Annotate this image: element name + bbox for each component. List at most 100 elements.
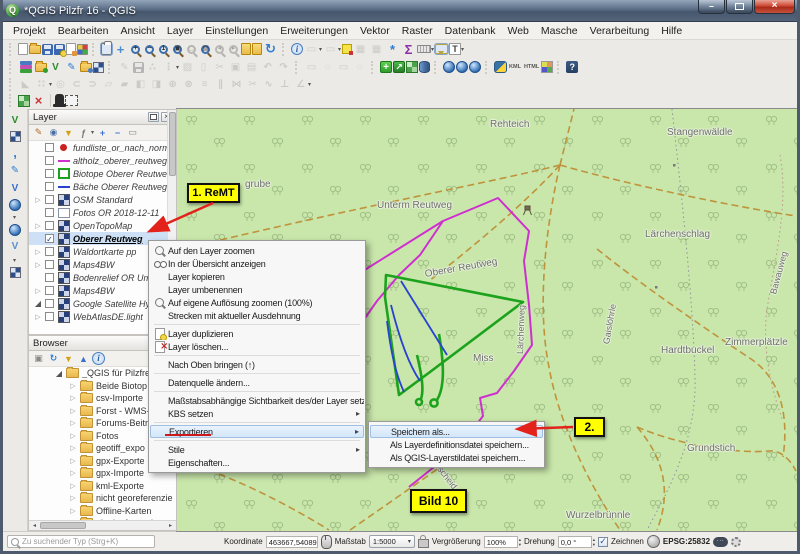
maptips-icon[interactable] [435, 44, 448, 54]
db-manager-icon[interactable] [419, 61, 430, 73]
open-project-icon[interactable] [29, 45, 41, 54]
context-menu-item[interactable]: Layer löschen... [150, 340, 364, 353]
add-raster-vt-icon[interactable] [10, 131, 21, 142]
expand-arrow-icon[interactable]: ▷ [34, 248, 42, 256]
text-annotation-icon[interactable]: T [449, 43, 461, 55]
layer-checkbox[interactable] [45, 156, 54, 165]
statistics-icon[interactable]: Σ [401, 42, 416, 57]
new-bookmark-icon[interactable] [241, 43, 251, 55]
browser-hscrollbar[interactable]: ◂ ▸ [29, 520, 176, 530]
expression-filter-icon-caret[interactable]: ▾ [91, 129, 94, 136]
add-delimited-text-icon[interactable]: V [48, 60, 63, 75]
menu-raster[interactable]: Raster [396, 24, 439, 38]
expand-arrow-icon[interactable]: ▷ [69, 419, 77, 427]
python-console-icon[interactable] [494, 61, 507, 73]
browser-item[interactable]: ▷nicht georeferenzie [29, 492, 176, 505]
metasearch-icon[interactable] [443, 61, 455, 73]
layer-item[interactable]: Bäche Oberer Reutweg [29, 180, 176, 193]
expand-arrow-icon[interactable]: ▷ [69, 494, 77, 502]
minimize-button[interactable]: – [698, 0, 725, 14]
add-postgis-vt-icon[interactable]: V [8, 181, 23, 196]
color-palette-icon[interactable] [541, 61, 553, 73]
context-menu-item[interactable]: Eigenschaften... [150, 456, 364, 469]
add-wfs-vt-icon[interactable]: V [8, 239, 23, 254]
add-vector-layer-icon[interactable] [35, 63, 47, 72]
stamp-plugin-icon[interactable] [55, 94, 64, 105]
layer-checkbox[interactable]: ✓ [45, 234, 54, 243]
layer-checkbox[interactable] [45, 195, 54, 204]
add-virtual-layer-icon[interactable] [93, 62, 104, 73]
add-wcs-vt-icon[interactable] [9, 224, 21, 236]
context-menu-item[interactable]: Layer umbenennen [150, 283, 364, 296]
pan-to-selection-icon[interactable]: + [113, 42, 128, 57]
scroll-left-icon[interactable]: ◂ [30, 522, 39, 529]
add-wms-vt-icon[interactable] [9, 199, 21, 211]
expand-arrow-icon[interactable]: ▷ [34, 222, 42, 230]
crs-status[interactable]: EPSG:25832 [663, 537, 710, 546]
layer-checkbox[interactable] [45, 273, 54, 282]
menu-projekt[interactable]: Projekt [7, 24, 52, 38]
refresh-browser-icon[interactable]: ↻ [47, 352, 60, 365]
georeferencer-icon[interactable] [18, 95, 30, 107]
zoom-in-icon[interactable]: + [131, 45, 140, 54]
filter-browser-icon[interactable]: ▼ [62, 352, 75, 365]
expand-arrow-icon[interactable]: ▷ [34, 261, 42, 269]
submenu-item[interactable]: Als Layerdefinitionsdatei speichern... [370, 438, 543, 451]
menu-layer[interactable]: Layer [161, 24, 199, 38]
layer-item[interactable]: ▷OSM Standard [29, 193, 176, 206]
layer-checkbox[interactable] [45, 286, 54, 295]
layer-item[interactable]: Biotope Oberer Reutweg [29, 167, 176, 180]
locator-search-input[interactable]: Zu suchender Typ (Strg+K) [7, 535, 155, 548]
expand-arrow-icon[interactable]: ▷ [69, 432, 77, 440]
layer-item[interactable]: altholz_oberer_reutweg [29, 154, 176, 167]
menu-bearbeiten[interactable]: Bearbeiten [52, 24, 115, 38]
collapse-browser-icon[interactable]: ▲ [77, 352, 90, 365]
expand-arrow-icon[interactable]: ▷ [69, 394, 77, 402]
context-menu-item[interactable]: Stile▸ [150, 443, 364, 456]
spinner-arrows-icon[interactable]: ▴▾ [519, 537, 521, 547]
expand-arrow-icon[interactable]: ▷ [69, 482, 77, 490]
new-project-icon[interactable] [18, 43, 28, 55]
remove-layer-icon[interactable]: ▭ [126, 126, 139, 139]
layer-checkbox[interactable] [45, 221, 54, 230]
context-menu-item[interactable]: In der Übersicht anzeigen [150, 257, 364, 270]
select-by-form-icon[interactable] [342, 44, 352, 54]
add-arcgis-vt-icon[interactable] [10, 267, 21, 278]
refresh-map-icon[interactable]: ↻ [263, 42, 278, 57]
deselect-features-icon-caret[interactable]: ▾ [338, 46, 341, 53]
angle-icon-caret[interactable]: ▾ [308, 81, 311, 88]
filter-legend-icon[interactable]: ▼ [62, 126, 75, 139]
osm-plugin-icon[interactable] [469, 61, 481, 73]
help-contents-icon[interactable]: ? [566, 61, 578, 73]
expand-arrow-icon[interactable]: ▷ [69, 507, 77, 515]
rotation-value[interactable]: 0,0 ° [558, 536, 592, 548]
browser-item[interactable]: ▷kml-Exporte [29, 480, 176, 493]
expand-arrow-icon[interactable]: ▷ [34, 196, 42, 204]
layer-item[interactable]: Fotos OR 2018-12-11 [29, 206, 176, 219]
measure-icon[interactable] [417, 45, 431, 53]
submenu-item[interactable]: Als QGIS-Layerstildatei speichern... [370, 451, 543, 464]
close-button[interactable]: × [754, 0, 795, 14]
messages-icon[interactable]: ··· [713, 537, 728, 547]
expand-arrow-icon[interactable]: ▷ [69, 444, 77, 452]
context-menu-item[interactable]: Exportieren▸ [150, 425, 364, 438]
layer-checkbox[interactable] [45, 247, 54, 256]
context-menu-item[interactable]: Datenquelle ändern... [150, 376, 364, 389]
processing-toolbox-icon[interactable]: * [385, 42, 400, 57]
quickmap-plugin-icon[interactable]: ↗ [393, 61, 405, 73]
context-menu-item[interactable]: Auf den Layer zoomen [150, 244, 364, 257]
float-panel-button[interactable] [148, 112, 159, 122]
context-menu-item[interactable]: KBS setzen▸ [150, 407, 364, 420]
menu-verarbeitung[interactable]: Verarbeitung [584, 24, 656, 38]
layer-checkbox[interactable] [45, 169, 54, 178]
magnifier-value[interactable]: 100% [484, 536, 518, 548]
layer-checkbox[interactable] [45, 299, 54, 308]
render-checkbox[interactable]: ✓ [598, 537, 608, 547]
manage-themes-icon[interactable]: ◉ [47, 126, 60, 139]
cad-tools-icon-caret[interactable]: ▾ [49, 81, 52, 88]
menu-ansicht[interactable]: Ansicht [114, 24, 160, 38]
expression-filter-icon[interactable]: ƒ [77, 126, 90, 139]
lock-icon[interactable] [418, 539, 429, 548]
context-menu-item[interactable]: Layer kopieren [150, 270, 364, 283]
html-export-icon[interactable]: HTML [523, 60, 540, 75]
